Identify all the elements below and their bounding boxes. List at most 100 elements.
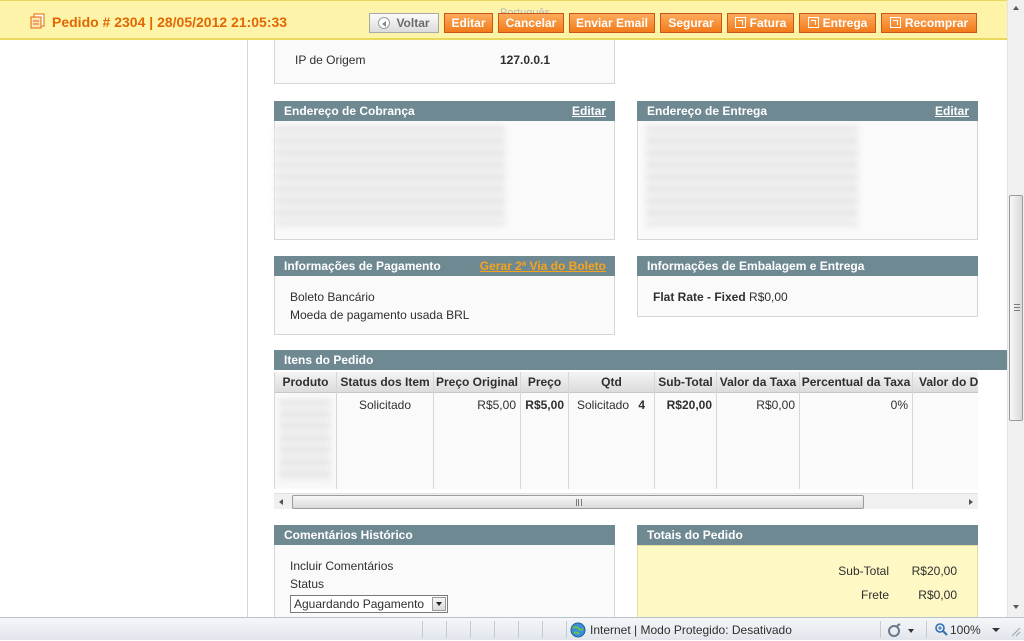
column-preco: Preço R$5,00 <box>521 372 569 489</box>
item-subtotal: R$20,00 <box>666 398 712 412</box>
column-percentual-taxa: Percentual da Taxa 0% <box>800 372 913 489</box>
boleto-reissue-link[interactable]: Gerar 2ª Via do Boleto <box>480 256 606 276</box>
ship-icon <box>807 17 819 28</box>
edit-button-label: Editar <box>451 16 486 30</box>
item-tax-amount: R$0,00 <box>756 398 795 412</box>
zoom-icon[interactable] <box>934 622 948 636</box>
reorder-button[interactable]: Recomprar <box>881 13 977 33</box>
comments-box: Comentários Histórico Incluir Comentário… <box>274 525 615 617</box>
payment-info-title: Informações de Pagamento <box>284 259 441 273</box>
vertical-scroll-thumb[interactable] <box>1009 195 1023 421</box>
column-header: Preço Original <box>434 372 520 393</box>
status-divider <box>518 621 519 638</box>
ip-label: IP de Origem <box>295 53 366 67</box>
column-header: Percentual da Taxa <box>800 372 912 393</box>
shipping-method-price: R$0,00 <box>749 290 788 304</box>
grip-icon <box>576 499 582 506</box>
ship-button[interactable]: Entrega <box>799 13 876 33</box>
column-qtd: Qtd Solicitado 4 <box>569 372 655 489</box>
cancel-button[interactable]: Cancelar <box>498 13 564 33</box>
status-label: Status <box>290 577 325 591</box>
item-qty-label: Solicitado <box>577 398 630 412</box>
scroll-left-arrow-icon[interactable] <box>274 494 290 510</box>
shipping-address-title: Endereço de Entrega <box>647 104 768 118</box>
column-header: Status dos Item <box>337 372 433 393</box>
column-valor-desconto: Valor do De <box>913 372 978 489</box>
status-divider <box>422 621 423 638</box>
item-qty: Solicitado 4 <box>569 393 654 413</box>
resize-grip-icon[interactable] <box>1010 626 1022 638</box>
browser-status-bar: Internet | Modo Protegido: Desativado 10… <box>0 617 1024 640</box>
payment-info-box: Informações de Pagamento Gerar 2ª Via do… <box>274 256 615 335</box>
product-redacted <box>279 399 331 483</box>
scroll-up-arrow-icon[interactable] <box>1008 0 1024 16</box>
status-divider <box>470 621 471 638</box>
left-sidebar-area <box>0 40 248 617</box>
shipping-total-label: Frete <box>860 588 889 602</box>
comments-header: Comentários Histórico <box>274 525 615 545</box>
item-tax-percent: 0% <box>890 398 908 412</box>
scroll-down-arrow-icon[interactable] <box>1008 599 1024 615</box>
status-divider <box>494 621 495 638</box>
shipping-total-value: R$0,00 <box>918 588 957 602</box>
column-header: Produto <box>275 372 336 393</box>
item-price: R$5,00 <box>525 398 564 412</box>
billing-address-header: Endereço de Cobrança Editar <box>274 101 615 121</box>
send-email-button[interactable]: Enviar Email <box>569 13 655 33</box>
page-title: Pedido # 2304 | 28/05/2012 21:05:33 <box>52 14 288 30</box>
column-status: Status dos Item Solicitado <box>337 372 434 489</box>
hold-button[interactable]: Segurar <box>660 13 722 33</box>
billing-address-title: Endereço de Cobrança <box>284 104 415 118</box>
comments-title: Comentários Histórico <box>284 528 413 542</box>
invoice-button-label: Fatura <box>749 16 787 30</box>
back-button-label: Voltar <box>396 16 430 30</box>
status-divider <box>566 621 567 638</box>
page-vertical-scrollbar[interactable] <box>1007 0 1024 617</box>
security-zone-text: Internet | Modo Protegido: Desativado <box>590 623 792 637</box>
send-email-button-label: Enviar Email <box>575 16 649 30</box>
horizontal-scroll-thumb[interactable] <box>292 495 864 509</box>
shipping-edit-link[interactable]: Editar <box>935 101 969 121</box>
shipping-info-title: Informações de Embalagem e Entrega <box>647 259 865 273</box>
include-comments-label: Incluir Comentários <box>290 559 394 573</box>
browser-viewport: IP de Origem 127.0.0.1 Endereço de Cobra… <box>0 0 1007 617</box>
protected-mode-icon[interactable] <box>886 622 916 638</box>
column-header: Valor do De <box>913 372 978 393</box>
zoom-level[interactable]: 100% <box>950 623 981 637</box>
billing-edit-link[interactable]: Editar <box>572 101 606 121</box>
column-header: Qtd <box>569 372 654 393</box>
status-select[interactable]: Aguardando Pagamento <box>290 595 448 613</box>
item-status: Solicitado <box>358 398 412 412</box>
billing-address-redacted <box>275 126 505 226</box>
status-divider <box>926 621 927 638</box>
scroll-right-arrow-icon[interactable] <box>962 494 978 510</box>
invoice-icon <box>734 17 746 28</box>
zoom-dropdown-icon[interactable] <box>990 624 1002 636</box>
totals-body: Sub-Total R$20,00 Frete R$0,00 <box>637 545 978 617</box>
billing-address-box: Endereço de Cobrança Editar <box>274 101 615 240</box>
back-button[interactable]: Voltar <box>369 13 439 33</box>
payment-info-header: Informações de Pagamento Gerar 2ª Via do… <box>274 256 615 276</box>
items-title: Itens do Pedido <box>284 353 374 367</box>
items-table: Produto Status dos Item Solicitado Preço… <box>274 372 978 489</box>
internet-globe-icon <box>570 622 586 638</box>
shipping-method-name: Flat Rate - Fixed <box>653 290 746 304</box>
invoice-button[interactable]: Fatura <box>727 13 794 33</box>
column-header: Sub-Total <box>655 372 716 393</box>
order-document-icon <box>30 13 46 29</box>
item-qty-value: 4 <box>638 398 646 412</box>
cancel-button-label: Cancelar <box>505 16 557 30</box>
status-divider <box>446 621 447 638</box>
status-divider <box>542 621 543 638</box>
items-header: Itens do Pedido <box>274 350 1007 370</box>
chevron-down-icon[interactable] <box>432 597 446 611</box>
items-horizontal-scrollbar[interactable] <box>274 493 978 509</box>
grip-icon <box>1014 304 1020 311</box>
hold-button-label: Segurar <box>668 16 714 30</box>
column-header: Preço <box>521 372 568 393</box>
edit-button[interactable]: Editar <box>444 13 493 33</box>
column-valor-taxa: Valor da Taxa R$0,00 <box>717 372 800 489</box>
reorder-button-label: Recomprar <box>904 16 969 30</box>
shipping-info-box: Informações de Embalagem e Entrega Flat … <box>637 256 978 317</box>
column-subtotal: Sub-Total R$20,00 <box>655 372 717 489</box>
